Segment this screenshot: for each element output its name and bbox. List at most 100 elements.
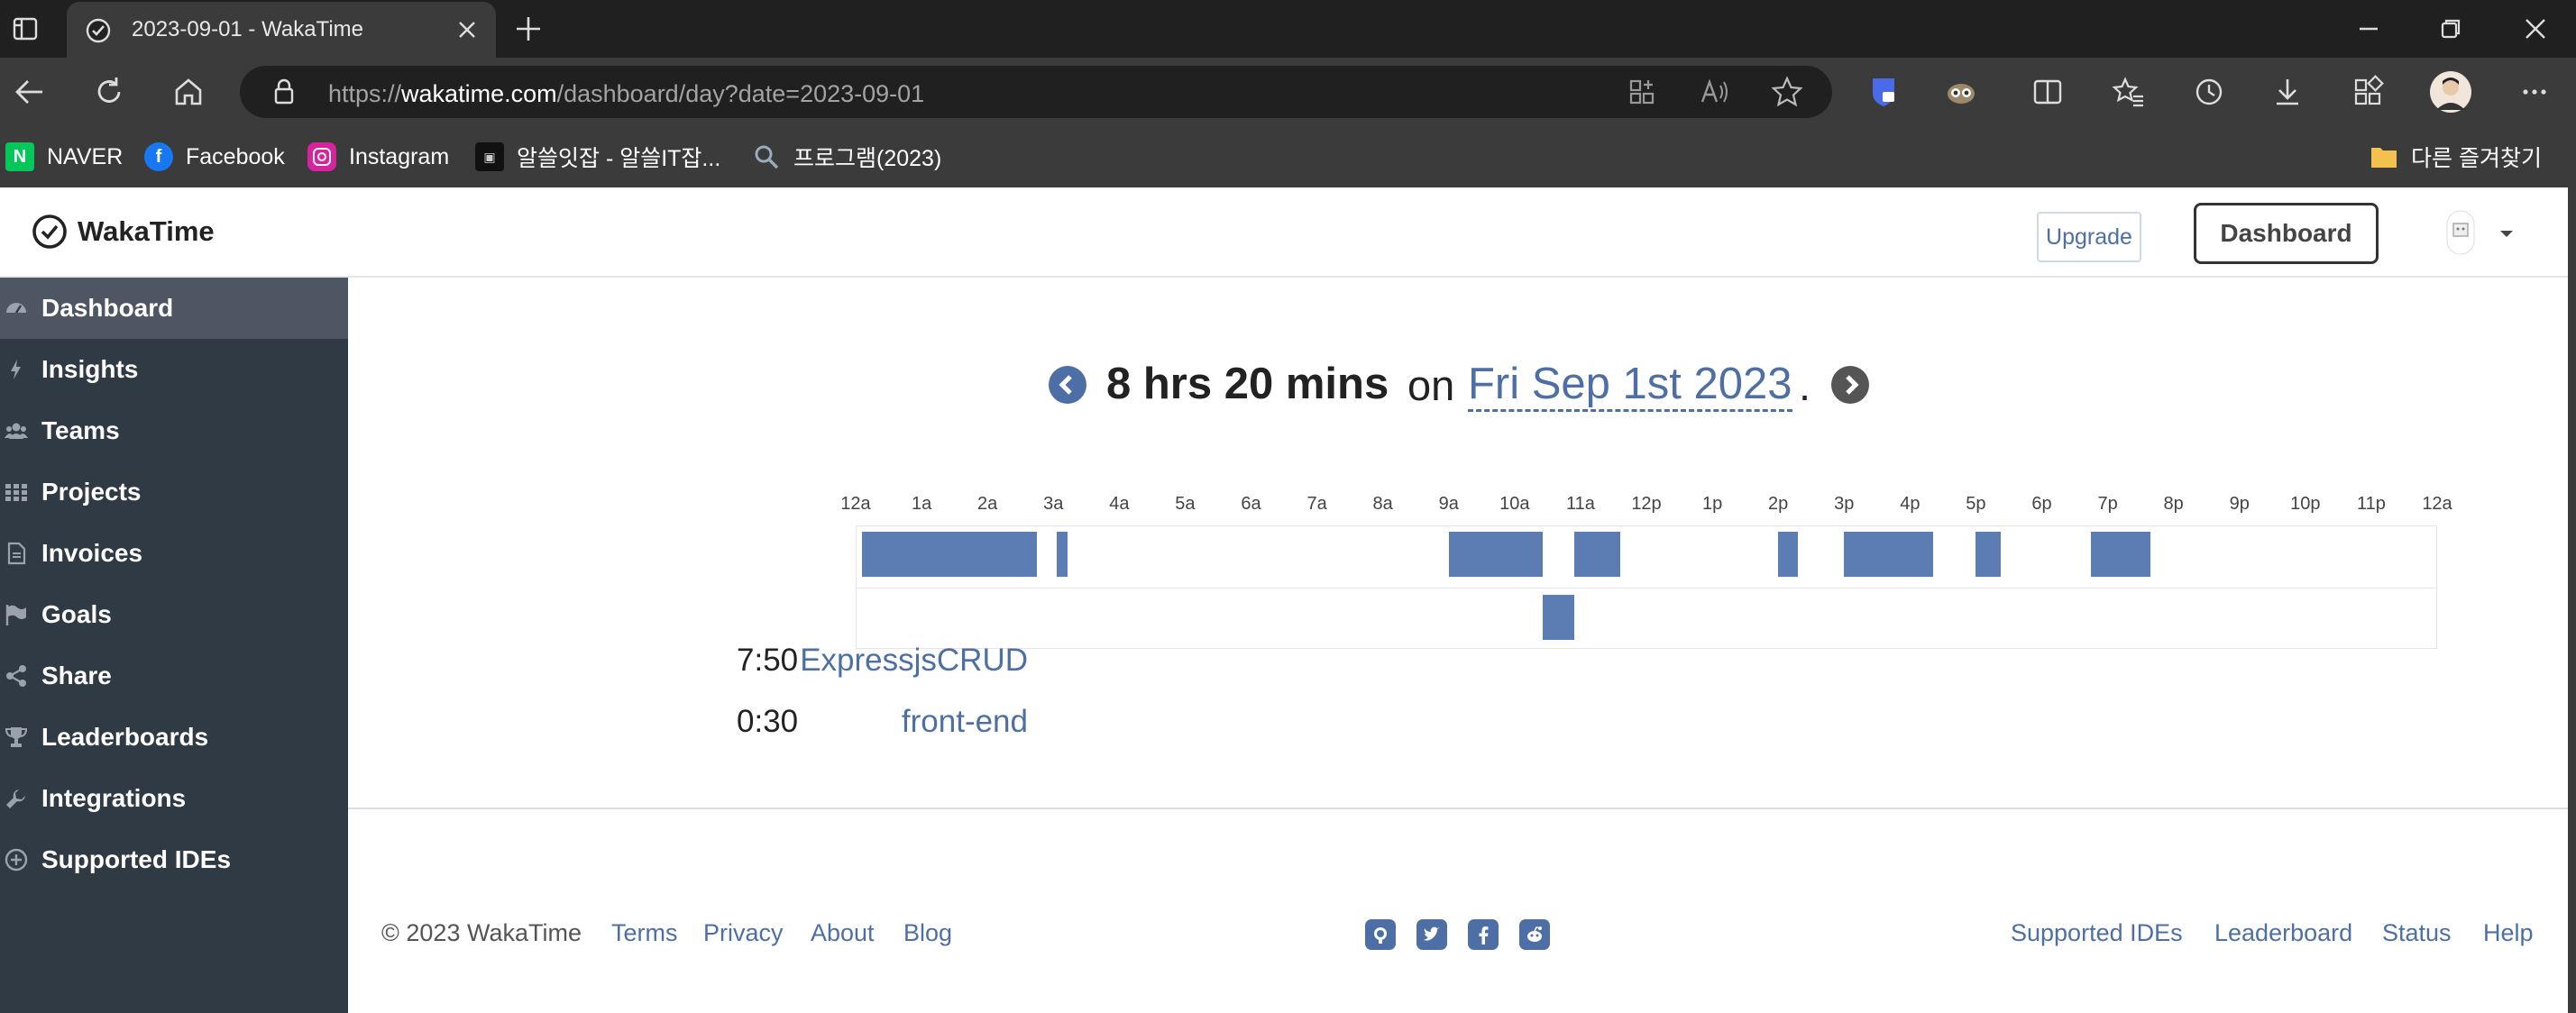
bookmark-program[interactable]: 프로그램(2023) [752, 141, 941, 173]
hour-tick-label: 2a [977, 494, 998, 514]
sidebar-item-teams[interactable]: Teams [0, 400, 348, 461]
tab-actions-button[interactable] [0, 0, 50, 58]
sidebar-item-projects[interactable]: Projects [0, 461, 348, 523]
sidebar-item-label: Share [41, 662, 112, 689]
activity-bar[interactable] [1448, 532, 1543, 577]
hour-tick-label: 10p [2290, 494, 2321, 514]
github-icon[interactable] [1365, 919, 1396, 950]
users-icon [4, 418, 29, 443]
hour-tick-label: 7p [2097, 494, 2118, 514]
reddit-icon[interactable] [1519, 919, 1550, 950]
close-tab-icon[interactable] [454, 17, 480, 47]
sidebar-item-supported-ides[interactable]: Supported IDEs [0, 829, 348, 890]
sidebar-item-leaderboards[interactable]: Leaderboards [0, 707, 348, 768]
activity-bar[interactable] [2091, 532, 2151, 577]
user-menu[interactable] [2445, 209, 2517, 260]
activity-bar[interactable] [1573, 532, 1620, 577]
activity-bar[interactable] [1056, 532, 1068, 577]
folder-icon [2370, 142, 2398, 171]
dashboard-button[interactable]: Dashboard [2194, 203, 2379, 264]
activity-bar[interactable] [862, 532, 1037, 577]
new-tab-icon[interactable] [512, 13, 545, 45]
bitwarden-extension-icon[interactable] [1866, 75, 1901, 109]
footer-link-blog[interactable]: Blog [903, 919, 952, 947]
sidebar-item-integrations[interactable]: Integrations [0, 768, 348, 829]
hour-tick-label: 6p [2031, 494, 2052, 514]
hour-tick-label: 5p [1966, 494, 1986, 514]
home-icon[interactable] [171, 75, 206, 109]
sidebar-item-invoices[interactable]: Invoices [0, 523, 348, 584]
refresh-icon[interactable] [92, 75, 126, 109]
activity-bar[interactable] [1778, 532, 1799, 577]
bookmark-site[interactable]: ▣ 알쓸잇잡 - 알쓸IT잡... [475, 141, 720, 173]
restore-icon[interactable] [2434, 13, 2467, 45]
favorites-icon[interactable] [2112, 75, 2146, 109]
hour-tick-label: 12a [2422, 494, 2452, 514]
split-screen-icon[interactable] [2031, 75, 2065, 109]
bookmark-naver[interactable]: N NAVER [5, 141, 123, 173]
wrench-icon [4, 786, 29, 811]
browser-tab[interactable]: 2023-09-01 - WakaTime [67, 2, 496, 58]
hour-tick-label: 11p [2356, 494, 2386, 514]
profile-avatar-icon[interactable] [2429, 70, 2472, 114]
activity-bar[interactable] [1542, 595, 1574, 640]
footer-link-privacy[interactable]: Privacy [703, 919, 784, 947]
history-icon[interactable] [2192, 75, 2226, 109]
sidebar-item-share[interactable]: Share [0, 645, 348, 707]
plus-circle-icon [4, 847, 29, 872]
sidebar-item-dashboard[interactable]: Dashboard [0, 278, 348, 339]
bookmark-label: NAVER [47, 143, 124, 169]
twitter-icon[interactable] [1416, 919, 1447, 950]
favorite-star-icon[interactable] [1770, 75, 1804, 109]
bolt-icon [4, 357, 29, 382]
project-time-front-end: 0:30 [737, 704, 799, 739]
hour-tick-label: 7a [1306, 494, 1327, 514]
page-scrollbar[interactable] [2568, 187, 2576, 1013]
sidebar-item-insights[interactable]: Insights [0, 339, 348, 400]
trophy-icon [4, 725, 29, 750]
project-name-front-end[interactable]: front-end [902, 704, 1028, 740]
sidebar-item-label: Teams [41, 416, 120, 444]
activity-bar[interactable] [1844, 532, 1933, 577]
extension-icon[interactable] [1944, 75, 1978, 109]
more-menu-icon[interactable] [2517, 75, 2552, 109]
brand-logo[interactable]: WakaTime [31, 213, 215, 251]
browser-toolbar: https://wakatime.com/dashboard/day?date=… [0, 58, 2576, 126]
footer-link-leaderboard[interactable]: Leaderboard [2214, 919, 2352, 947]
bookmark-label: Instagram [349, 143, 450, 169]
hour-tick-label: 12p [1631, 494, 1662, 514]
close-window-icon[interactable] [2519, 13, 2552, 45]
copyright: © 2023 WakaTime [381, 919, 582, 946]
sidebar-item-label: Insights [41, 355, 139, 383]
activity-bar[interactable] [1976, 532, 2002, 577]
bookmark-instagram[interactable]: Instagram [307, 141, 449, 173]
browser-tab-strip: 2023-09-01 - WakaTime [0, 0, 2576, 58]
bookmark-facebook[interactable]: f Facebook [144, 141, 285, 173]
footer-link-terms[interactable]: Terms [611, 919, 678, 947]
sidebar-item-goals[interactable]: Goals [0, 584, 348, 645]
url-text: https://wakatime.com/dashboard/day?date=… [328, 80, 925, 107]
address-bar[interactable]: https://wakatime.com/dashboard/day?date=… [240, 66, 1832, 118]
project-name-expressjscrud[interactable]: ExpressjsCRUD [800, 643, 1028, 679]
upgrade-button[interactable]: Upgrade [2037, 212, 2141, 262]
web-page: WakaTime Upgrade Dashboard Dashboard Ins… [0, 187, 2568, 1013]
extensions-icon[interactable] [2351, 75, 2385, 109]
sidebar: Dashboard Insights Teams Projects Invoic… [0, 278, 348, 1013]
main-content: 8 hrs 20 mins on Fri Sep 1st 2023 . Expr… [348, 278, 2568, 1013]
hour-tick-label: 9a [1438, 494, 1459, 514]
footer-link-supported-ides[interactable]: Supported IDEs [2011, 919, 2183, 947]
downloads-icon[interactable] [2270, 75, 2305, 109]
footer-link-help[interactable]: Help [2483, 919, 2534, 947]
back-icon[interactable] [13, 75, 47, 109]
app-available-icon[interactable] [1625, 75, 1659, 109]
file-icon [4, 541, 29, 566]
minimize-icon[interactable] [2352, 13, 2385, 45]
other-bookmarks[interactable]: 다른 즐겨찾기 [2370, 141, 2542, 173]
footer-link-about[interactable]: About [811, 919, 875, 947]
facebook-icon[interactable] [1468, 919, 1499, 950]
read-aloud-icon[interactable] [1697, 75, 1731, 109]
sidebar-item-label: Goals [41, 600, 112, 628]
lock-icon[interactable] [267, 75, 301, 109]
footer-link-status[interactable]: Status [2382, 919, 2452, 947]
hour-tick-label: 4a [1109, 494, 1130, 514]
